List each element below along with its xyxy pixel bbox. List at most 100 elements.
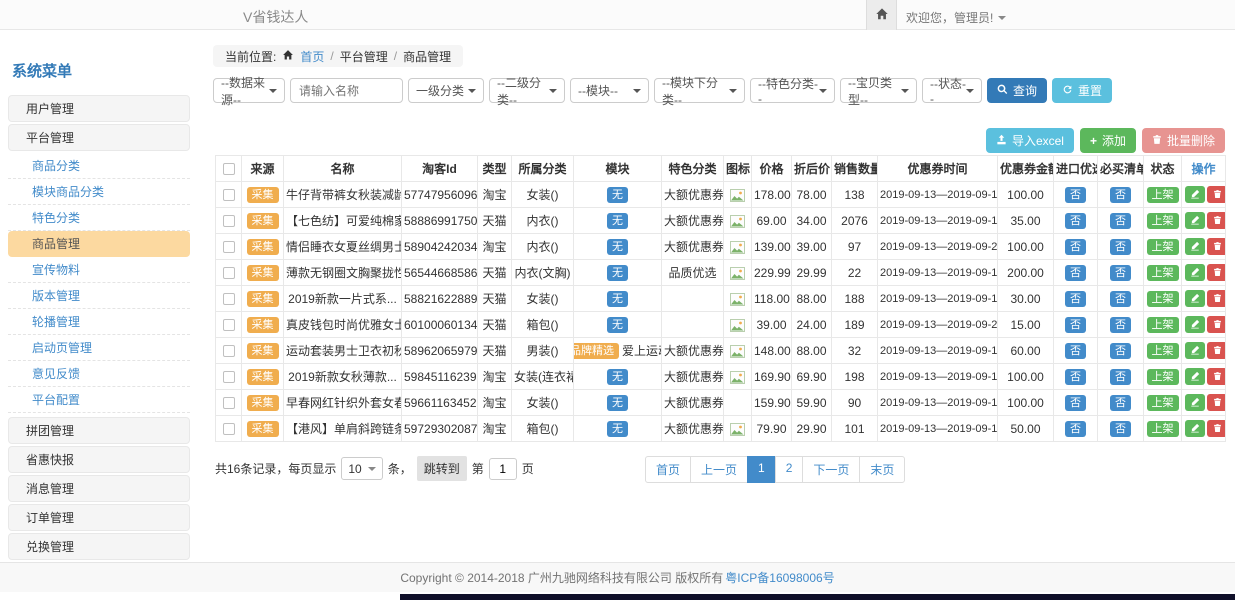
filter-select-item-type[interactable]: --宝贝类型-- <box>840 78 917 103</box>
delete-button[interactable] <box>1207 368 1226 385</box>
sidebar-group-users[interactable]: 用户管理 <box>8 95 190 122</box>
import-select-toggle[interactable]: 否 <box>1065 317 1086 333</box>
reset-button[interactable]: 重置 <box>1052 78 1112 103</box>
import-excel-button[interactable]: 导入excel <box>986 128 1074 153</box>
sidebar-group-platform[interactable]: 平台管理 <box>8 124 190 151</box>
pager-item-首页[interactable]: 首页 <box>645 456 691 483</box>
filter-select-module[interactable]: --模块-- <box>570 78 649 103</box>
module-badge[interactable]: 无 <box>607 239 628 255</box>
import-select-toggle[interactable]: 否 <box>1065 265 1086 281</box>
edit-button[interactable] <box>1185 186 1205 203</box>
pager-item-下一页[interactable]: 下一页 <box>802 456 860 483</box>
status-toggle[interactable]: 上架 <box>1147 265 1179 281</box>
must-buy-toggle[interactable]: 否 <box>1110 213 1131 229</box>
row-checkbox[interactable] <box>223 189 235 201</box>
row-checkbox[interactable] <box>223 423 235 435</box>
must-buy-toggle[interactable]: 否 <box>1110 187 1131 203</box>
row-checkbox[interactable] <box>223 371 235 383</box>
filter-select-feature-category[interactable]: --特色分类-- <box>750 78 835 103</box>
filter-select-data-source[interactable]: --数据来源-- <box>213 78 285 103</box>
status-toggle[interactable]: 上架 <box>1147 421 1179 437</box>
pager-item-1[interactable]: 1 <box>747 456 776 483</box>
status-toggle[interactable]: 上架 <box>1147 239 1179 255</box>
search-button[interactable]: 查询 <box>987 78 1047 103</box>
edit-button[interactable] <box>1185 316 1205 333</box>
row-checkbox[interactable] <box>223 267 235 279</box>
import-select-toggle[interactable]: 否 <box>1065 291 1086 307</box>
edit-button[interactable] <box>1185 212 1205 229</box>
must-buy-toggle[interactable]: 否 <box>1110 421 1131 437</box>
status-toggle[interactable]: 上架 <box>1147 369 1179 385</box>
sidebar-item-意见反馈[interactable]: 意见反馈 <box>8 361 190 387</box>
import-select-toggle[interactable]: 否 <box>1065 187 1086 203</box>
import-select-toggle[interactable]: 否 <box>1065 369 1086 385</box>
filter-select-level2-category[interactable]: --二级分类-- <box>489 78 565 103</box>
must-buy-toggle[interactable]: 否 <box>1110 291 1131 307</box>
pager-item-2[interactable]: 2 <box>775 456 804 483</box>
filter-select-module-subcategory[interactable]: --模块下分类-- <box>654 78 745 103</box>
module-badge[interactable]: 无 <box>607 265 628 281</box>
module-badge[interactable]: 无 <box>607 213 628 229</box>
pager-item-上一页[interactable]: 上一页 <box>690 456 748 483</box>
jump-button[interactable]: 跳转到 <box>417 456 467 481</box>
row-checkbox[interactable] <box>223 293 235 305</box>
must-buy-toggle[interactable]: 否 <box>1110 343 1131 359</box>
status-toggle[interactable]: 上架 <box>1147 187 1179 203</box>
must-buy-toggle[interactable]: 否 <box>1110 395 1131 411</box>
delete-button[interactable] <box>1207 316 1226 333</box>
delete-button[interactable] <box>1207 420 1226 437</box>
filter-input-name[interactable] <box>290 78 403 103</box>
row-checkbox[interactable] <box>223 241 235 253</box>
home-button[interactable] <box>866 0 897 30</box>
sidebar-item-轮播管理[interactable]: 轮播管理 <box>8 309 190 335</box>
must-buy-toggle[interactable]: 否 <box>1110 317 1131 333</box>
edit-button[interactable] <box>1185 394 1205 411</box>
status-toggle[interactable]: 上架 <box>1147 317 1179 333</box>
per-page-select[interactable]: 10 <box>341 457 382 480</box>
import-select-toggle[interactable]: 否 <box>1065 213 1086 229</box>
sidebar-item-模块商品分类[interactable]: 模块商品分类 <box>8 179 190 205</box>
user-menu[interactable]: 欢迎您，管理员! <box>906 9 1006 26</box>
sidebar-group-兑换管理[interactable]: 兑换管理 <box>8 533 190 560</box>
delete-button[interactable] <box>1207 186 1226 203</box>
status-toggle[interactable]: 上架 <box>1147 213 1179 229</box>
delete-button[interactable] <box>1207 394 1226 411</box>
status-toggle[interactable]: 上架 <box>1147 395 1179 411</box>
module-badge[interactable]: 无 <box>607 317 628 333</box>
row-checkbox[interactable] <box>223 319 235 331</box>
sidebar-item-平台配置[interactable]: 平台配置 <box>8 387 190 413</box>
breadcrumb-home-link[interactable]: 首页 <box>300 48 324 65</box>
delete-button[interactable] <box>1207 290 1226 307</box>
edit-button[interactable] <box>1185 290 1205 307</box>
module-badge[interactable]: 无 <box>607 421 628 437</box>
sidebar-group-省惠快报[interactable]: 省惠快报 <box>8 446 190 473</box>
edit-button[interactable] <box>1185 264 1205 281</box>
add-button[interactable]: + 添加 <box>1080 128 1136 153</box>
import-select-toggle[interactable]: 否 <box>1065 239 1086 255</box>
row-checkbox[interactable] <box>223 215 235 227</box>
batch-delete-button[interactable]: 批量删除 <box>1142 128 1225 153</box>
sidebar-item-特色分类[interactable]: 特色分类 <box>8 205 190 231</box>
must-buy-toggle[interactable]: 否 <box>1110 265 1131 281</box>
import-select-toggle[interactable]: 否 <box>1065 395 1086 411</box>
row-checkbox[interactable] <box>223 397 235 409</box>
sidebar-item-宣传物料[interactable]: 宣传物料 <box>8 257 190 283</box>
edit-button[interactable] <box>1185 368 1205 385</box>
status-toggle[interactable]: 上架 <box>1147 343 1179 359</box>
pager-item-末页[interactable]: 末页 <box>859 456 905 483</box>
row-checkbox[interactable] <box>223 345 235 357</box>
sidebar-item-启动页管理[interactable]: 启动页管理 <box>8 335 190 361</box>
sidebar-item-版本管理[interactable]: 版本管理 <box>8 283 190 309</box>
page-number-input[interactable] <box>489 458 517 480</box>
must-buy-toggle[interactable]: 否 <box>1110 239 1131 255</box>
filter-select-level1-category[interactable]: 一级分类 <box>408 78 484 103</box>
delete-button[interactable] <box>1207 342 1226 359</box>
edit-button[interactable] <box>1185 238 1205 255</box>
select-all-checkbox[interactable] <box>223 163 235 175</box>
status-toggle[interactable]: 上架 <box>1147 291 1179 307</box>
module-badge[interactable]: 无 <box>607 369 628 385</box>
delete-button[interactable] <box>1207 264 1226 281</box>
edit-button[interactable] <box>1185 342 1205 359</box>
delete-button[interactable] <box>1207 238 1226 255</box>
sidebar-group-拼团管理[interactable]: 拼团管理 <box>8 417 190 444</box>
